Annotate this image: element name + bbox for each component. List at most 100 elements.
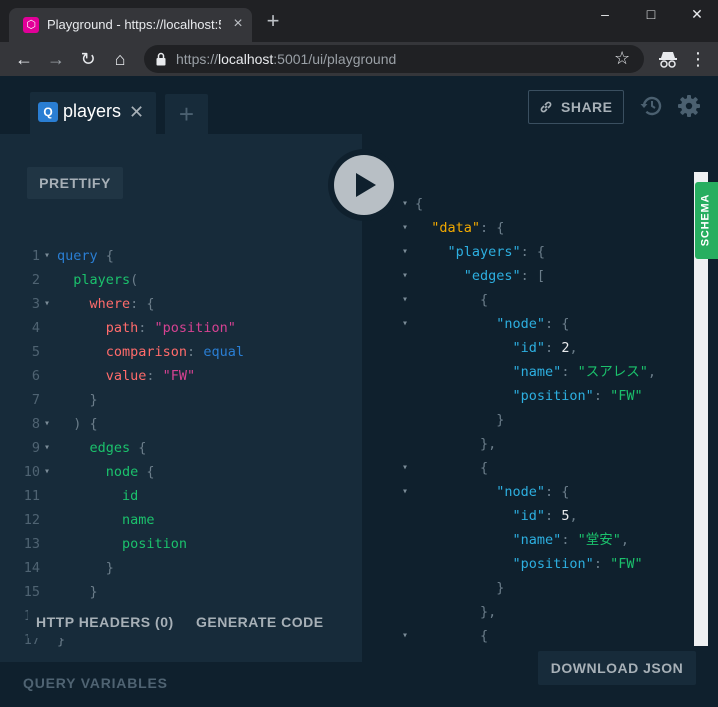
fold-arrow-icon[interactable]: ▾: [402, 312, 408, 336]
code-token: {: [97, 248, 114, 264]
result-line: ▾ {: [362, 624, 718, 648]
code-line[interactable]: 5 comparison: equal: [0, 340, 362, 364]
fold-arrow-icon[interactable]: ▾: [402, 264, 408, 288]
result-text: "players": {: [415, 240, 546, 264]
fold-arrow-icon[interactable]: ▾: [402, 624, 408, 648]
code-line[interactable]: 10 ▾ node {: [0, 460, 362, 484]
code-token: }: [57, 584, 98, 600]
result-token: ,: [569, 340, 578, 356]
result-text: {: [415, 456, 488, 480]
result-token: {: [415, 460, 489, 476]
query-tab-players[interactable]: Q players ✕: [30, 92, 156, 134]
code-line[interactable]: 11 id: [0, 484, 362, 508]
fold-arrow-icon[interactable]: ▾: [402, 192, 408, 216]
reload-icon[interactable]: ↻: [76, 47, 100, 71]
result-text: "position": "FW": [415, 552, 643, 576]
result-line: "position": "FW": [362, 384, 718, 408]
result-text: "position": "FW": [415, 384, 643, 408]
fold-arrow-icon[interactable]: ▾: [402, 288, 408, 312]
http-headers-button[interactable]: HTTP HEADERS (0): [36, 606, 174, 638]
result-token: ,: [569, 508, 578, 524]
fold-arrow-icon[interactable]: ▾: [402, 240, 408, 264]
fold-arrow-icon[interactable]: ▾: [44, 292, 50, 316]
result-token: "id": [415, 340, 546, 356]
download-json-button[interactable]: DOWNLOAD JSON: [538, 651, 696, 685]
new-tab-button[interactable]: +: [262, 10, 284, 32]
line-number: 11: [23, 488, 40, 504]
star-icon[interactable]: ☆: [614, 48, 630, 69]
line-number: 13: [23, 536, 40, 552]
maximize-button[interactable]: □: [628, 0, 674, 28]
code-text: id: [57, 484, 138, 508]
code-line[interactable]: 12 name: [0, 508, 362, 532]
result-line: "id": 5,: [362, 504, 718, 528]
result-text: "name": "堂安",: [415, 528, 629, 552]
fold-arrow-icon[interactable]: ▾: [44, 244, 50, 268]
add-tab-button[interactable]: +: [165, 94, 208, 134]
code-token: path: [57, 320, 139, 336]
schema-tab[interactable]: SCHEMA: [695, 182, 718, 259]
url-text: https://localhost:5001/ui/playground: [176, 51, 396, 67]
code-token: value: [57, 368, 147, 384]
home-icon[interactable]: ⌂: [108, 47, 132, 71]
history-icon[interactable]: [639, 94, 663, 118]
result-line: ▾ {: [362, 456, 718, 480]
gear-icon[interactable]: [677, 94, 701, 118]
result-text: }: [415, 576, 504, 600]
result-text: },: [415, 432, 496, 456]
arrow-left-icon[interactable]: ←: [12, 47, 36, 71]
result-line: ▾ "players": {: [362, 240, 718, 264]
result-token: {: [415, 628, 489, 644]
result-token: : {: [545, 316, 570, 332]
result-line: },: [362, 600, 718, 624]
code-line[interactable]: 6 value: "FW": [0, 364, 362, 388]
line-number: 12: [23, 512, 40, 528]
address-bar[interactable]: https://localhost:5001/ui/playground ☆: [144, 45, 644, 73]
query-variables-bar[interactable]: QUERY VARIABLES: [0, 662, 362, 707]
result-token: "edges": [415, 268, 521, 284]
result-line: }: [362, 408, 718, 432]
close-tab-icon[interactable]: ×: [229, 15, 247, 33]
url-scheme: https://: [176, 51, 219, 67]
code-line[interactable]: 3 ▾ where: {: [0, 292, 362, 316]
result-token: "node": [415, 316, 546, 332]
code-text: players(: [57, 268, 138, 292]
code-line[interactable]: 9 ▾ edges {: [0, 436, 362, 460]
code-line[interactable]: 1 ▾ query {: [0, 244, 362, 268]
line-number: 7: [31, 392, 40, 408]
generate-code-button[interactable]: GENERATE CODE: [196, 606, 324, 638]
code-token: query: [57, 248, 98, 264]
code-line[interactable]: 13 position: [0, 532, 362, 556]
fold-arrow-icon[interactable]: ▾: [44, 460, 50, 484]
query-editor[interactable]: PRETTIFY 1 ▾ query {2 players(3 ▾ where: {4…: [0, 134, 362, 707]
code-line[interactable]: 2 players(: [0, 268, 362, 292]
fold-arrow-icon[interactable]: ▾: [402, 216, 408, 240]
result-text: "node": {: [415, 312, 569, 336]
code-line[interactable]: 15 }: [0, 580, 362, 604]
fold-arrow-icon[interactable]: ▾: [44, 412, 50, 436]
close-icon[interactable]: ✕: [129, 102, 144, 122]
line-number: 1: [31, 248, 40, 264]
result-token: ,: [647, 364, 656, 380]
code-line[interactable]: 7 }: [0, 388, 362, 412]
editor-footer-buttons: HTTP HEADERS (0) GENERATE CODE: [28, 606, 337, 638]
minimize-button[interactable]: –: [582, 0, 628, 28]
fold-arrow-icon[interactable]: ▾: [44, 436, 50, 460]
result-token: "name": [415, 532, 562, 548]
incognito-icon[interactable]: [658, 50, 678, 68]
browser-tab[interactable]: ⬡ Playground - https://localhost:5001/ui…: [9, 8, 252, 42]
code-line[interactable]: 4 path: "position": [0, 316, 362, 340]
close-window-button[interactable]: ✕: [674, 0, 718, 28]
result-token: },: [415, 604, 497, 620]
share-button[interactable]: SHARE: [528, 90, 624, 124]
play-button-circle[interactable]: [334, 155, 394, 215]
result-line: "name": "堂安",: [362, 528, 718, 552]
kebab-menu-icon[interactable]: ⋮: [686, 47, 710, 71]
execute-query-button[interactable]: [328, 149, 400, 221]
arrow-right-icon[interactable]: →: [44, 47, 68, 71]
fold-arrow-icon[interactable]: ▾: [402, 480, 408, 504]
fold-arrow-icon[interactable]: ▾: [402, 456, 408, 480]
prettify-button[interactable]: PRETTIFY: [27, 167, 123, 199]
code-line[interactable]: 14 }: [0, 556, 362, 580]
code-line[interactable]: 8 ▾ ) {: [0, 412, 362, 436]
